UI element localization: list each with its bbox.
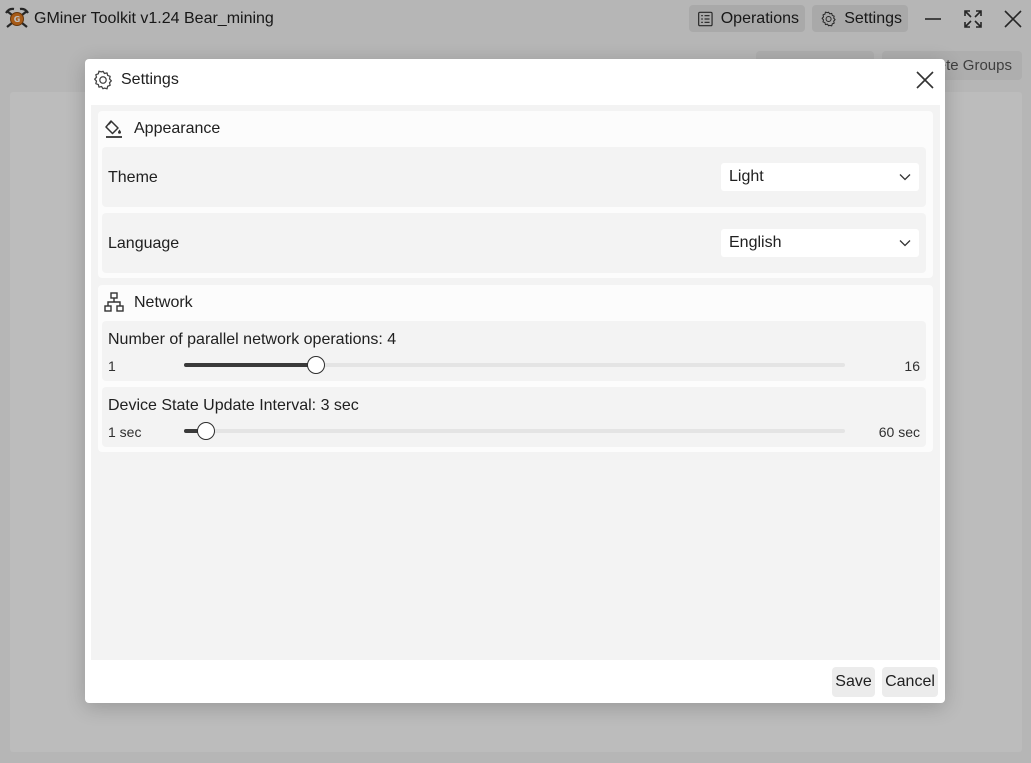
network-header: Network <box>104 291 193 315</box>
slider-fill <box>184 363 317 367</box>
parallel-value-text: 4 <box>387 331 397 348</box>
parallel-operations-row: Number of parallel network operations: 4… <box>102 321 926 381</box>
update-interval-slider[interactable] <box>184 422 845 440</box>
interval-min-label: 1 sec <box>108 424 142 440</box>
theme-select[interactable]: Light <box>721 163 919 191</box>
update-interval-row: Device State Update Interval: 3 sec 1 se… <box>102 387 926 447</box>
parallel-operations-label: Number of parallel network operations: 4 <box>108 331 396 349</box>
parallel-min-label: 1 <box>108 358 116 374</box>
dialog-body: Appearance Theme Light Language English <box>91 105 940 660</box>
slider-thumb[interactable] <box>197 422 216 440</box>
theme-value: Light <box>729 168 764 185</box>
appearance-section: Appearance Theme Light Language English <box>98 111 933 278</box>
app-window: G GMiner Toolkit v1.24 Bear_mining Opera… <box>0 0 1031 763</box>
settings-dialog: Settings Appearance Theme Light Language… <box>85 59 945 703</box>
appearance-title: Appearance <box>134 120 221 137</box>
update-interval-label: Device State Update Interval: 3 sec <box>108 397 359 415</box>
language-row: Language English <box>102 213 926 273</box>
parallel-label-text: Number of parallel network operations: <box>108 331 383 348</box>
parallel-max-label: 16 <box>904 358 920 374</box>
language-select[interactable]: English <box>721 229 919 257</box>
parallel-operations-slider[interactable] <box>184 356 845 374</box>
interval-label-text: Device State Update Interval: <box>108 397 317 414</box>
slider-thumb[interactable] <box>307 356 326 374</box>
network-section: Network Number of parallel network opera… <box>98 285 933 452</box>
theme-row: Theme Light <box>102 147 926 207</box>
theme-label: Theme <box>108 169 158 186</box>
interval-max-label: 60 sec <box>878 424 920 440</box>
gear-icon <box>94 70 112 90</box>
chevron-down-icon <box>899 240 911 247</box>
interval-value-text: 3 sec <box>320 397 359 414</box>
chevron-down-icon <box>899 174 911 181</box>
save-button[interactable]: Save <box>832 667 875 697</box>
network-title: Network <box>134 294 193 311</box>
close-icon <box>916 71 934 89</box>
dialog-title: Settings <box>121 71 179 88</box>
dialog-close-button[interactable] <box>912 67 938 93</box>
cancel-button[interactable]: Cancel <box>882 667 938 697</box>
language-value: English <box>729 234 782 251</box>
appearance-header: Appearance <box>104 117 220 141</box>
dialog-header: Settings <box>85 59 945 103</box>
language-label: Language <box>108 235 180 252</box>
network-icon <box>104 292 124 312</box>
paint-bucket-icon <box>105 120 122 138</box>
